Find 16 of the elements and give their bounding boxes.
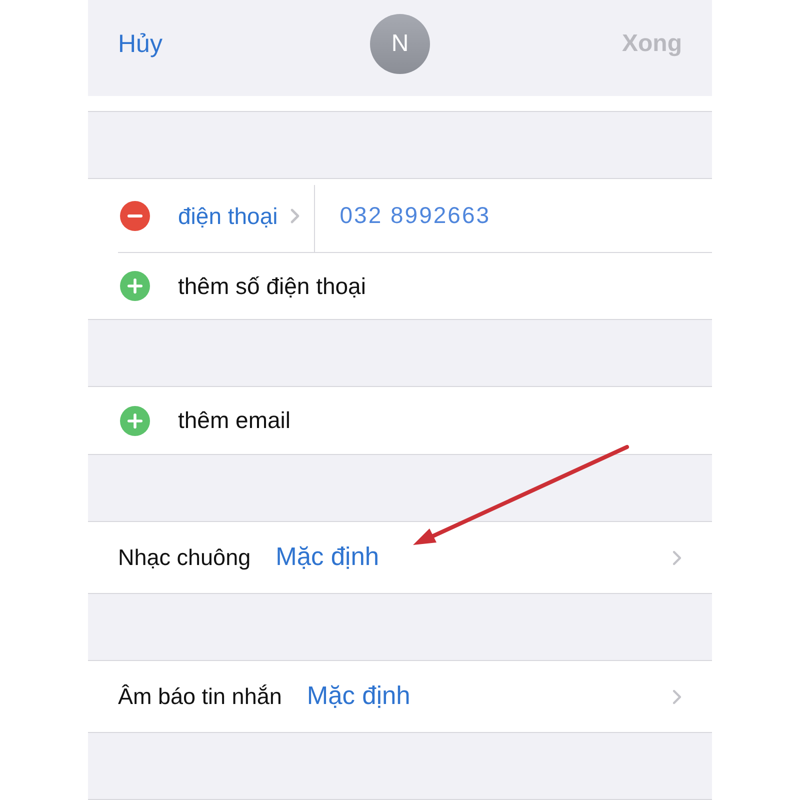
remove-icon[interactable]: [120, 200, 150, 230]
add-item-label[interactable]: thêm số điện thoại: [178, 272, 366, 300]
contact-avatar[interactable]: N: [370, 14, 430, 74]
add-item-label[interactable]: thêm email: [178, 407, 290, 434]
phone-number-field[interactable]: 032 8992663: [340, 202, 491, 229]
chevron-icon: [290, 208, 300, 224]
cancel-button[interactable]: Hủy: [118, 29, 162, 59]
chevron-icon: [672, 688, 682, 704]
setting-value[interactable]: Mặc định: [306, 682, 410, 711]
add-icon[interactable]: [120, 406, 150, 436]
setting-label: Nhạc chuông: [118, 544, 251, 570]
setting-label: Âm báo tin nhắn: [118, 684, 282, 710]
chevron-icon: [672, 550, 682, 566]
label-type-button[interactable]: điện thoại: [178, 202, 300, 230]
setting-value[interactable]: Mặc định: [276, 543, 380, 572]
add-icon[interactable]: [120, 271, 150, 301]
